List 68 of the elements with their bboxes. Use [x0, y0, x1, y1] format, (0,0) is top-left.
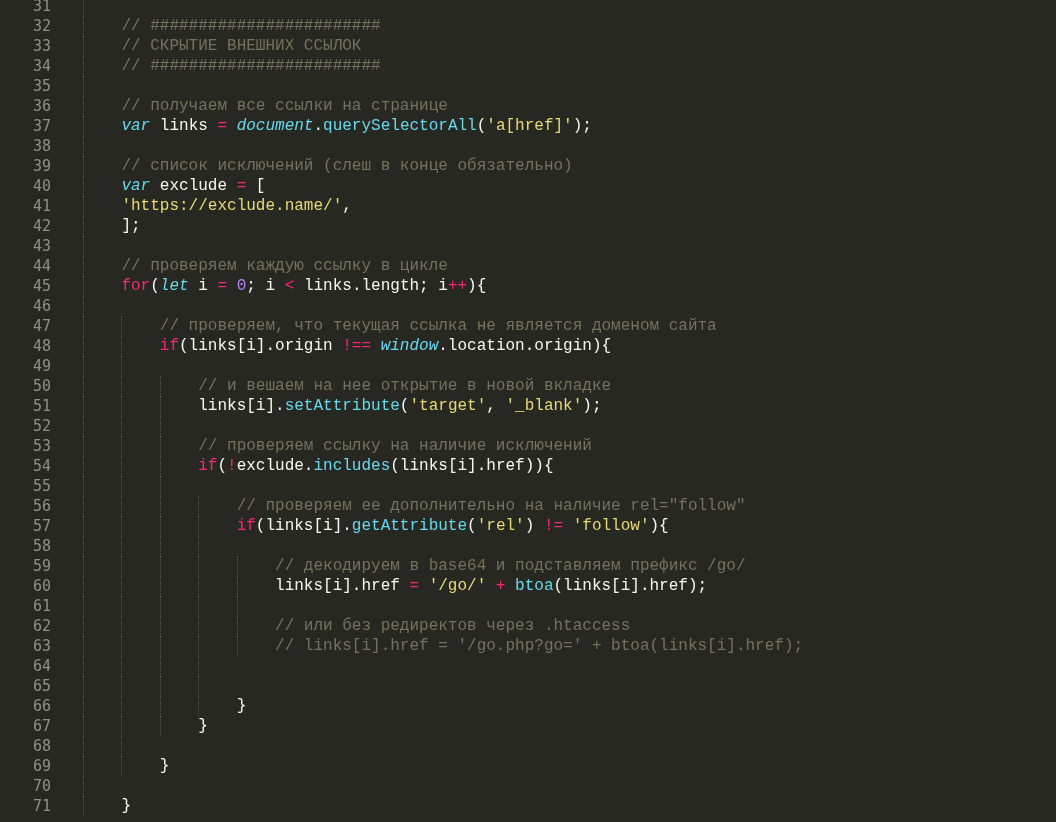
code-line: for(let i = 0; i < links.length; i++){ [121, 276, 487, 296]
line-number: 37 [31, 116, 51, 136]
line-number: 49 [31, 356, 51, 376]
code-comment: // получаем все ссылки на странице [121, 96, 448, 116]
line-number: 61 [31, 596, 51, 616]
code-comment: // список исключений (слеш в конце обязательно) [121, 156, 573, 176]
code-line: if(!exclude.includes(links[i].href)){ [198, 456, 554, 476]
code-comment: // проверяем ее дополнительно на наличие rel="follow" [236, 496, 746, 516]
line-number: 34 [31, 56, 51, 76]
line-number: 48 [31, 336, 51, 356]
code-comment: // или без редиректов через .htaccess [275, 616, 631, 636]
code-comment: // ######################## [121, 56, 381, 76]
line-number: 67 [31, 716, 51, 736]
line-number: 58 [31, 536, 51, 556]
code-comment: // и вешаем на нее открытие в новой вкладке [198, 376, 612, 396]
line-number: 64 [31, 656, 51, 676]
line-number: 42 [31, 216, 51, 236]
code-line: if(links[i].getAttribute('rel') != 'follow'){ [236, 516, 669, 536]
line-number: 59 [31, 556, 51, 576]
line-number: 68 [31, 736, 51, 756]
line-number: 52 [31, 416, 51, 436]
code-line: } [121, 796, 131, 816]
line-number: 45 [31, 276, 51, 296]
line-number: 31 [31, 0, 51, 16]
code-line: } [198, 716, 208, 736]
line-number: 38 [31, 136, 51, 156]
code-line: var exclude = [ [121, 176, 266, 196]
code-comment: // проверяем ссылку на наличие исключений [198, 436, 592, 456]
line-number: 53 [31, 436, 51, 456]
line-number: 44 [31, 256, 51, 276]
line-number: 41 [31, 196, 51, 216]
line-number: 69 [31, 756, 51, 776]
line-number: 33 [31, 36, 51, 56]
code-line: links[i].href = '/go/' + btoa(links[i].href); [275, 576, 708, 596]
line-number: 47 [31, 316, 51, 336]
code-line: ]; [121, 216, 141, 236]
line-number: 32 [31, 16, 51, 36]
line-number: 51 [31, 396, 51, 416]
line-number: 35 [31, 76, 51, 96]
line-number: 62 [31, 616, 51, 636]
code-comment: // проверяем, что текущая ссылка не является доменом сайта [159, 316, 717, 336]
code-line: var links = document.querySelectorAll('a[href]'); [121, 116, 592, 136]
line-number: 55 [31, 476, 51, 496]
code-line: } [159, 756, 170, 776]
line-number: 54 [31, 456, 51, 476]
code-line: } [236, 696, 247, 716]
code-comment: // СКРЫТИЕ ВНЕШНИХ ССЫЛОК [121, 36, 362, 56]
code-comment: // декодируем в base64 и подставляем префикс /go/ [275, 556, 746, 576]
line-number: 57 [31, 516, 51, 536]
line-number: 39 [31, 156, 51, 176]
code-comment: // проверяем каждую ссылку в цикле [121, 256, 448, 276]
code-line: links[i].setAttribute('target', '_blank'); [198, 396, 602, 416]
line-number: 71 [31, 796, 51, 816]
line-number: 46 [31, 296, 51, 316]
line-number: 60 [31, 576, 51, 596]
code-line: if(links[i].origin !== window.location.origin){ [159, 336, 612, 356]
code-line: 'https://exclude.name/', [121, 196, 352, 216]
line-number: 70 [31, 776, 51, 796]
line-number: 56 [31, 496, 51, 516]
line-number: 36 [31, 96, 51, 116]
line-number: 43 [31, 236, 51, 256]
line-number: 40 [31, 176, 51, 196]
line-number: 50 [31, 376, 51, 396]
line-number: 66 [31, 696, 51, 716]
code-comment: // links[i].href = '/go.php?go=' + btoa(links[i].href); [275, 636, 804, 656]
code-comment: // ######################## [121, 16, 381, 36]
line-number: 63 [31, 636, 51, 656]
line-number: 65 [31, 676, 51, 696]
